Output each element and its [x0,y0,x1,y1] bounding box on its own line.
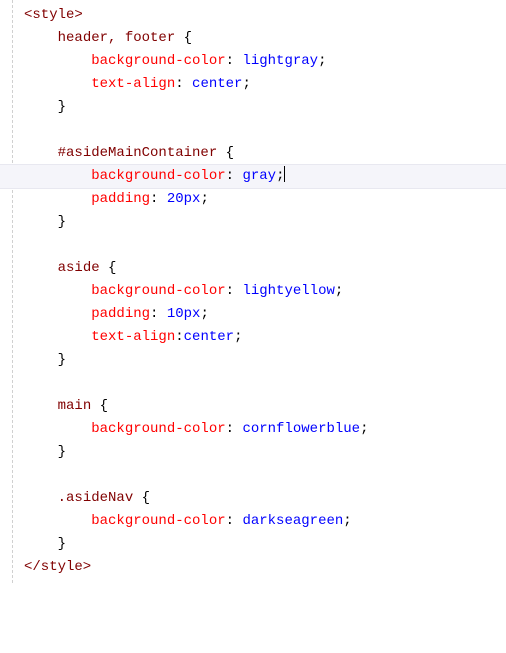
colon: : [150,191,158,207]
semicolon: ; [242,76,250,92]
code-line[interactable] [0,119,506,142]
css-property: text-align [91,329,175,345]
style-close-tag: </style> [24,559,91,575]
code-line[interactable]: text-align:center; [0,326,506,349]
css-property: background-color [91,283,225,299]
code-line[interactable]: main { [0,395,506,418]
code-line[interactable]: } [0,96,506,119]
brace-open: { [108,260,116,276]
semicolon: ; [318,53,326,69]
code-line[interactable]: header, footer { [0,27,506,50]
brace-close: } [58,99,66,115]
css-value: 10px [167,306,201,322]
code-line[interactable]: <style> [0,4,506,27]
brace-open: { [142,490,150,506]
brace-open: { [226,145,234,161]
css-property: background-color [91,513,225,529]
semicolon: ; [200,306,208,322]
colon: : [226,168,234,184]
brace-open: { [184,30,192,46]
code-line[interactable]: padding: 20px; [0,188,506,211]
css-value: lightgray [242,53,318,69]
code-line[interactable]: .asideNav { [0,487,506,510]
brace-close: } [58,444,66,460]
text-caret [284,166,285,182]
semicolon: ; [234,329,242,345]
code-line[interactable]: aside { [0,257,506,280]
colon: : [226,513,234,529]
code-line[interactable] [0,234,506,257]
css-value: lightyellow [242,283,334,299]
css-selector: .asideNav [58,490,134,506]
semicolon: ; [200,191,208,207]
colon: : [175,76,183,92]
css-selector: header, footer [58,30,176,46]
code-line[interactable]: background-color: lightgray; [0,50,506,73]
code-line[interactable]: background-color: lightyellow; [0,280,506,303]
code-line[interactable]: } [0,211,506,234]
code-editor[interactable]: <style> header, footer { background-colo… [0,0,506,583]
code-line[interactable] [0,372,506,395]
css-value: center [184,329,234,345]
code-line[interactable]: } [0,533,506,556]
colon: : [150,306,158,322]
code-line[interactable] [0,464,506,487]
code-line[interactable]: background-color: darkseagreen; [0,510,506,533]
code-line[interactable]: </style> [0,556,506,579]
colon: : [226,53,234,69]
css-value: darkseagreen [242,513,343,529]
code-line[interactable]: background-color: gray; [0,164,506,189]
brace-open: { [100,398,108,414]
css-property: padding [91,191,150,207]
colon: : [175,329,183,345]
css-value: center [192,76,242,92]
code-line[interactable]: } [0,441,506,464]
code-line[interactable]: text-align: center; [0,73,506,96]
semicolon: ; [335,283,343,299]
brace-close: } [58,352,66,368]
code-line[interactable]: #asideMainContainer { [0,142,506,165]
brace-close: } [58,536,66,552]
css-property: background-color [91,168,225,184]
css-selector: #asideMainContainer [58,145,218,161]
css-value: gray [242,168,276,184]
colon: : [226,421,234,437]
css-selector: aside [58,260,100,276]
css-property: text-align [91,76,175,92]
semicolon: ; [276,168,284,184]
css-value: cornflowerblue [242,421,360,437]
style-open-tag: <style> [24,7,83,23]
semicolon: ; [360,421,368,437]
brace-close: } [58,214,66,230]
colon: : [226,283,234,299]
css-value: 20px [167,191,201,207]
code-line[interactable]: padding: 10px; [0,303,506,326]
css-property: background-color [91,53,225,69]
css-selector: main [58,398,92,414]
code-line[interactable]: background-color: cornflowerblue; [0,418,506,441]
semicolon: ; [343,513,351,529]
code-line[interactable]: } [0,349,506,372]
css-property: padding [91,306,150,322]
css-property: background-color [91,421,225,437]
